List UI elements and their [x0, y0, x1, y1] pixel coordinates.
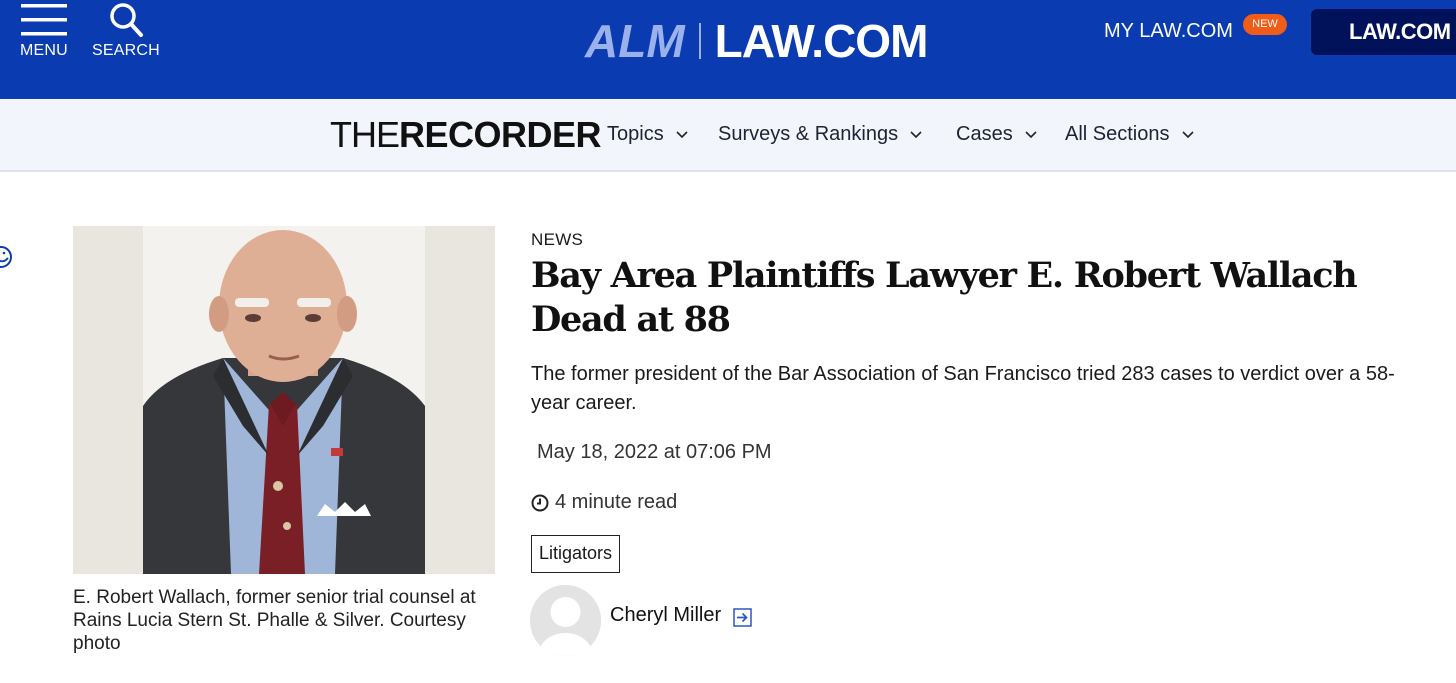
search-icon	[110, 3, 143, 37]
nav-topics[interactable]: Topics	[607, 123, 688, 146]
photo-caption: E. Robert Wallach, former senior trial c…	[73, 587, 476, 654]
nav-all-sections-label: All Sections	[1065, 123, 1170, 145]
article-date: May 18, 2022 at 07:06 PM	[537, 441, 772, 463]
article-dek: The former president of the Bar Associat…	[531, 363, 1395, 414]
chevron-down-icon	[1181, 130, 1194, 138]
side-widget-icon[interactable]	[0, 244, 12, 270]
read-time: 4 minute read	[531, 491, 677, 514]
nav-surveys-label: Surveys & Rankings	[718, 123, 899, 145]
topic-tag[interactable]: Litigators	[531, 535, 621, 573]
chevron-down-icon	[1025, 130, 1037, 138]
law-com-button[interactable]: LAW.COM	[1311, 9, 1456, 55]
search-button[interactable]: SEARCH	[89, 0, 163, 70]
new-badge: NEW	[1243, 14, 1287, 35]
my-law-link[interactable]: MY LAW.COM	[1104, 20, 1233, 43]
article-photo	[73, 226, 495, 574]
nav-cases-label: Cases	[956, 123, 1013, 145]
nav-all-sections[interactable]: All Sections	[1065, 123, 1194, 146]
menu-button[interactable]: MENU	[16, 0, 72, 70]
recorder-nav-bar: THERECORDER Topics Surveys & Rankings Ca…	[0, 99, 1456, 172]
logo-recorder-text: RECORDER	[399, 114, 602, 155]
logo-alm-text: ALM	[585, 15, 685, 67]
alm-law-logo[interactable]: ALM LAW.COM	[585, 11, 929, 71]
search-label: SEARCH	[92, 42, 160, 59]
article-headline: Bay Area Plaintiffs Lawyer E. Robert Wal…	[531, 255, 1358, 340]
author-avatar[interactable]	[530, 585, 601, 656]
read-time-label: 4 minute read	[555, 491, 678, 513]
the-recorder-logo[interactable]: THERECORDER	[330, 114, 602, 155]
logo-the-text: THE	[330, 114, 400, 155]
chevron-down-icon	[910, 130, 922, 138]
hamburger-icon	[21, 4, 67, 36]
nav-surveys-rankings[interactable]: Surveys & Rankings	[718, 123, 922, 146]
logo-divider	[698, 23, 701, 59]
arrow-link-icon[interactable]	[733, 608, 752, 627]
nav-cases[interactable]: Cases	[956, 123, 1037, 146]
portrait-image	[73, 226, 495, 574]
avatar-placeholder-icon	[530, 585, 601, 656]
author-name[interactable]: Cheryl Miller	[610, 604, 721, 627]
article-kicker[interactable]: NEWS	[531, 230, 583, 250]
chevron-down-icon	[676, 130, 688, 138]
clock-icon	[531, 494, 549, 511]
logo-law-text: LAW.COM	[714, 15, 929, 67]
menu-label: MENU	[20, 42, 68, 59]
nav-topics-label: Topics	[607, 123, 664, 145]
top-header-bar: MENU SEARCH ALM LAW.COM MY LAW.COM NEW L…	[0, 0, 1456, 99]
